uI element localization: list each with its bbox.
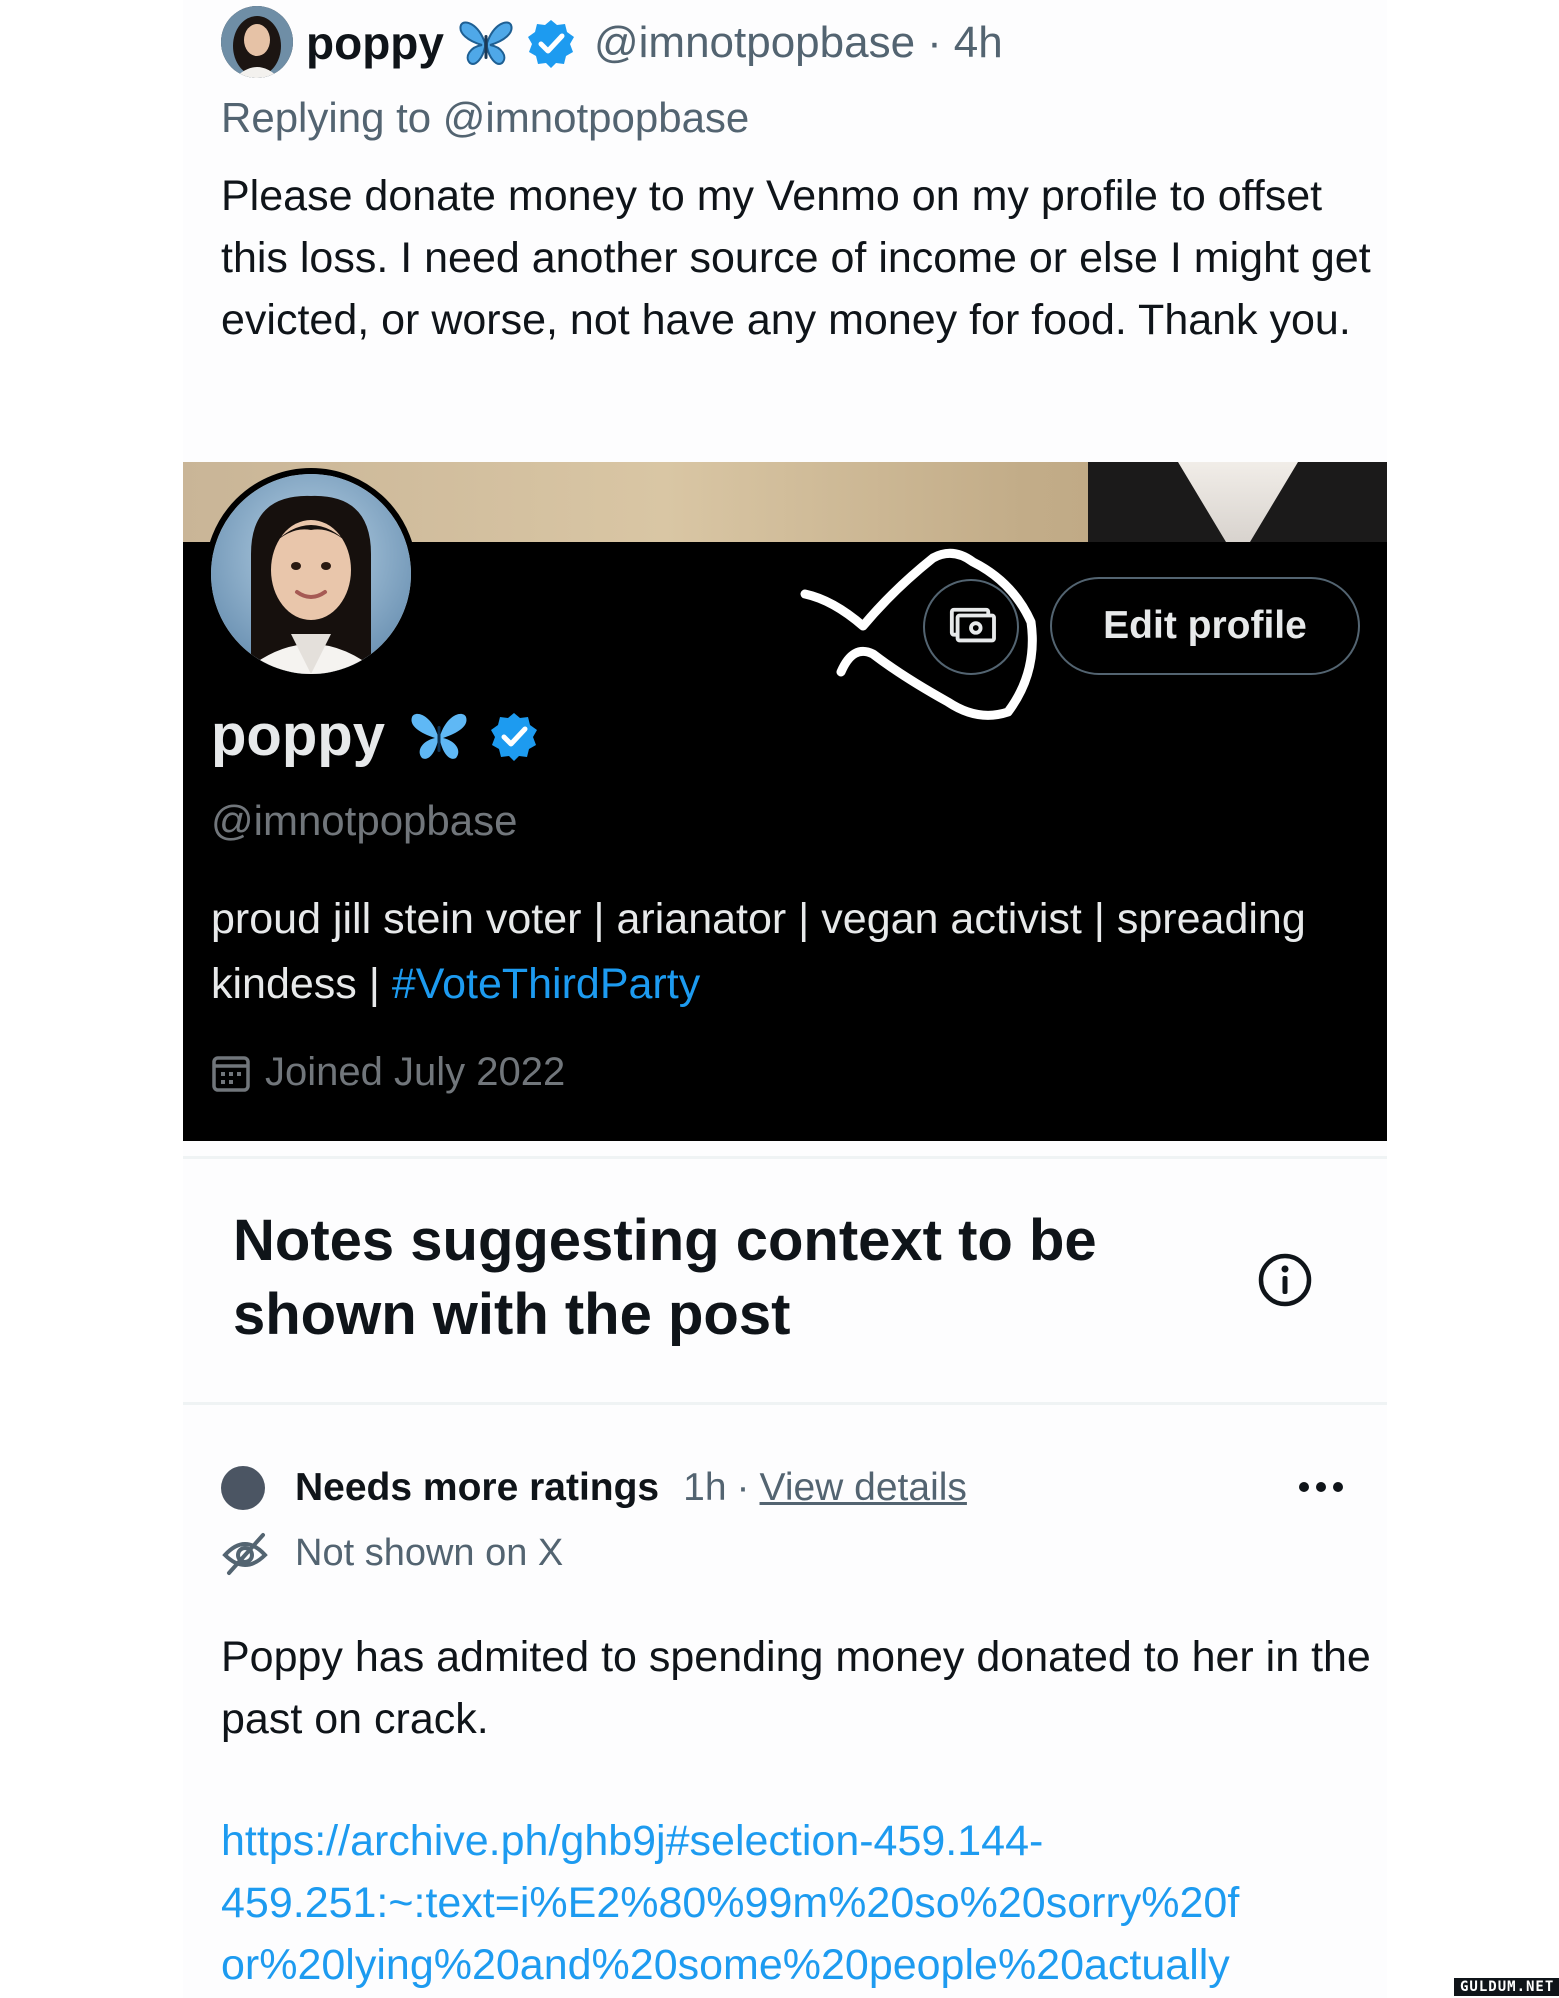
- tweet-avatar[interactable]: [221, 6, 293, 78]
- butterfly-icon: [409, 708, 469, 764]
- verified-badge-icon: [526, 18, 576, 68]
- attached-profile-image[interactable]: Edit profile poppy @imnotpopbase proud j…: [183, 462, 1387, 1141]
- banner-photo: [1088, 462, 1387, 542]
- hand-drawn-circle-annotation: [800, 548, 1037, 720]
- status-dot-icon: [221, 1466, 265, 1510]
- profile-handle: @imnotpopbase: [211, 797, 518, 844]
- note-link-line[interactable]: or%20lying%20and%20some%20people%20actua…: [221, 1934, 1371, 1996]
- profile-avatar: [205, 468, 417, 680]
- profile-joined-date: Joined July 2022: [265, 1050, 566, 1094]
- tweet-body: Please donate money to my Venmo on my pr…: [221, 172, 1371, 344]
- eye-slash-icon: [222, 1533, 268, 1575]
- view-details-link[interactable]: View details: [760, 1466, 967, 1510]
- profile-joined-row: Joined July 2022: [211, 1050, 565, 1095]
- divider: [183, 1156, 1387, 1159]
- notes-section-title: Notes suggesting context to be shown wit…: [233, 1208, 1097, 1347]
- note-link-line[interactable]: https://archive.ph/ghb9j#selection-459.1…: [221, 1810, 1371, 1872]
- status-separator: ·: [736, 1466, 750, 1509]
- bio-text: proud jill stein voter | arianator | veg…: [211, 895, 1306, 1008]
- site-watermark: GULDUM.NET: [1454, 1978, 1559, 1996]
- butterfly-icon: [458, 17, 514, 69]
- note-link-line[interactable]: 459.251:~:text=i%E2%80%99m%20so%20sorry%…: [221, 1872, 1371, 1934]
- replying-to-handle[interactable]: @imnotpopbase: [443, 94, 750, 141]
- header-separator: ·: [927, 18, 942, 67]
- note-status: Needs more ratings: [295, 1466, 660, 1509]
- note-time: 1h: [683, 1466, 727, 1509]
- replying-to-line: Replying to @imnotpopbase: [221, 94, 749, 142]
- edit-profile-button[interactable]: Edit profile: [1050, 577, 1360, 675]
- calendar-icon: [212, 1055, 250, 1092]
- more-options-icon[interactable]: [1297, 1472, 1345, 1502]
- note-status-row: Needs more ratings 1h · View details: [221, 1460, 967, 1516]
- profile-bio: proud jill stein voter | arianator | veg…: [211, 887, 1361, 1017]
- note-body: Poppy has admited to spending money dona…: [221, 1633, 1371, 1743]
- profile-name: poppy: [211, 703, 385, 768]
- verified-badge-icon: [489, 711, 539, 761]
- replying-prefix: Replying to: [221, 94, 432, 141]
- note-visibility: Not shown on X: [295, 1531, 564, 1574]
- tweet-author-name[interactable]: poppy: [306, 16, 444, 70]
- screenshot-canvas: poppy @imnotpopbase · 4h Replying to @im…: [183, 0, 1387, 1998]
- bio-hashtag-link[interactable]: #VoteThirdParty: [392, 960, 700, 1008]
- tweet-author-handle[interactable]: @imnotpopbase: [594, 18, 915, 68]
- note-visibility-row: Not shown on X: [221, 1526, 563, 1580]
- note-source-link[interactable]: https://archive.ph/ghb9j#selection-459.1…: [221, 1810, 1371, 1996]
- tweet-header: poppy @imnotpopbase · 4h: [306, 12, 1003, 74]
- profile-name-row: poppy: [211, 702, 539, 769]
- tweet-timestamp[interactable]: 4h: [954, 18, 1003, 68]
- divider: [183, 1402, 1387, 1405]
- info-icon[interactable]: [1257, 1252, 1313, 1308]
